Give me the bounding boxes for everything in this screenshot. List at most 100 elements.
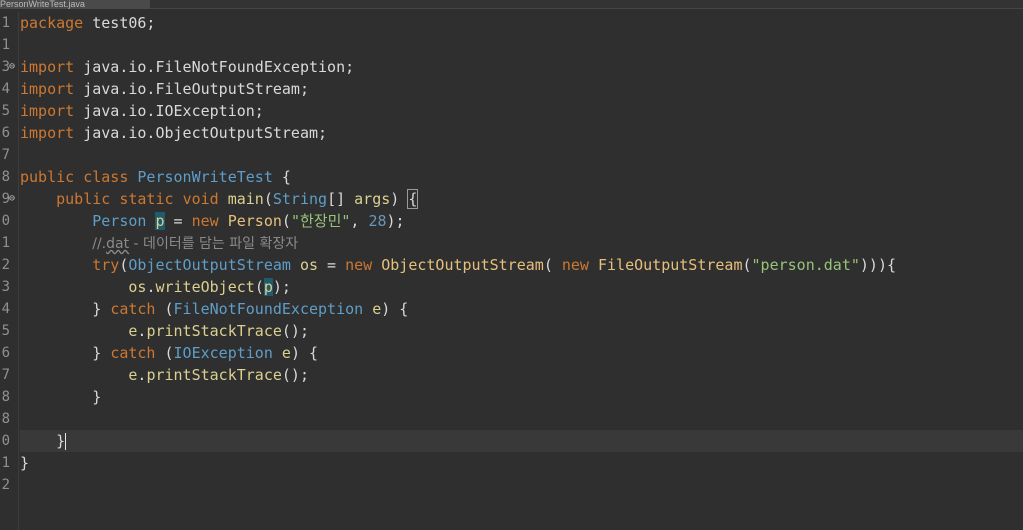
code-area[interactable]: 1 package test06; 1 3 ⊖ import java.io.FileNo… <box>2 12 1023 496</box>
line-number: 7 <box>1 367 10 383</box>
code-token: [] <box>327 190 355 208</box>
line-number: 0 <box>1 213 10 229</box>
code-line[interactable]: 1} <box>2 452 1023 474</box>
line-number: 1 <box>1 15 10 31</box>
code-token: FileOutputStream <box>598 256 743 274</box>
code-token: Person <box>227 212 282 230</box>
line-number: 1 <box>1 455 10 471</box>
code-line[interactable]: 4 } catch (FileNotFoundException e) { <box>2 298 1023 320</box>
code-token: os <box>128 278 147 296</box>
code-token: PersonWriteTest <box>137 168 273 186</box>
code-line[interactable]: 5 import java.io.IOException; <box>2 100 1023 122</box>
line-number: 8 <box>1 411 10 427</box>
line-number: 4 <box>1 81 10 97</box>
code-token: ( <box>155 300 174 318</box>
code-token: ) { <box>381 300 409 318</box>
code-token: } <box>20 344 111 362</box>
code-line[interactable]: 6 } catch (IOException e) { <box>2 342 1023 364</box>
code-token: dat <box>106 236 130 252</box>
code-line[interactable]: 8 <box>2 408 1023 430</box>
code-line[interactable]: 0 } <box>2 430 1023 452</box>
code-token: e <box>372 300 382 318</box>
code-token: writeObject <box>155 278 255 296</box>
code-token: package <box>20 14 84 32</box>
fold-toggle-icon[interactable]: ⊖ <box>8 56 16 78</box>
code-token: ( <box>263 190 273 208</box>
code-token: String <box>272 190 328 208</box>
code-token: class <box>83 168 129 186</box>
code-token: ( <box>254 278 264 296</box>
code-token: FileNotFoundException <box>173 300 364 318</box>
code-token: import <box>20 80 75 98</box>
code-line[interactable]: 3 os.writeObject(p); <box>2 276 1023 298</box>
code-line[interactable]: 2 try(ObjectOutputStream os = new Object… <box>2 254 1023 276</box>
code-editor[interactable]: PersonWriteTest.java 1 package test06; 1 3 ⊖… <box>0 0 1023 530</box>
code-line[interactable]: 1 //.dat - 데이터를 담는 파일 확장자 <box>2 232 1023 254</box>
code-token: 28 <box>368 212 387 230</box>
code-token: ( <box>155 344 174 362</box>
code-token: } <box>20 388 102 406</box>
code-token: = <box>318 256 346 274</box>
code-line[interactable]: 1 package test06; <box>2 12 1023 34</box>
code-line[interactable]: 4 import java.io.FileOutputStream; <box>2 78 1023 100</box>
code-line[interactable]: 8 } <box>2 386 1023 408</box>
code-token: void <box>182 190 219 208</box>
code-line[interactable]: 6 import java.io.ObjectOutputStream; <box>2 122 1023 144</box>
code-token: java.io.FileNotFoundException; <box>74 58 355 76</box>
code-token: try <box>92 256 120 274</box>
code-token: ) <box>390 190 409 208</box>
code-token: test06; <box>83 14 156 32</box>
code-token: ); <box>386 212 405 230</box>
code-line[interactable]: 8 public class PersonWriteTest { <box>2 166 1023 188</box>
code-token: Person <box>92 212 147 230</box>
code-token: - 데이터를 담는 파일 확장자 <box>129 236 299 252</box>
code-token: new <box>561 256 589 274</box>
code-line[interactable]: 1 <box>2 34 1023 56</box>
code-line[interactable]: 7 <box>2 144 1023 166</box>
code-line[interactable]: 3 ⊖ import java.io.FileNotFoundException; <box>2 56 1023 78</box>
code-token: { <box>272 168 291 186</box>
code-token: ))){ <box>859 256 897 274</box>
code-token: e <box>281 344 291 362</box>
code-token: //. <box>92 236 107 252</box>
code-line[interactable]: 0 Person p = new Person("한장민", 28); <box>2 210 1023 232</box>
code-token: "한장민" <box>290 212 351 230</box>
editor-tab[interactable]: PersonWriteTest.java <box>0 0 150 9</box>
code-token: new <box>345 256 373 274</box>
line-number: 6 <box>1 125 10 141</box>
line-number: 7 <box>1 147 10 163</box>
line-number: 0 <box>1 433 10 449</box>
code-token: printStackTrace <box>146 322 282 340</box>
code-token: catch <box>110 344 156 362</box>
code-token: static <box>119 190 174 208</box>
editor-tab-bar: PersonWriteTest.java <box>0 0 1023 9</box>
code-line[interactable]: 9 ⊖ public static void main(String[] args… <box>2 188 1023 210</box>
code-line[interactable]: 5 e.printStackTrace(); <box>2 320 1023 342</box>
line-number: 8 <box>1 389 10 405</box>
fold-toggle-icon[interactable]: ⊖ <box>8 188 16 210</box>
line-number: 1 <box>1 235 10 251</box>
code-line[interactable]: 2 <box>2 474 1023 496</box>
code-token: p <box>155 212 165 230</box>
code-token: ( <box>543 256 562 274</box>
code-token: printStackTrace <box>146 366 282 384</box>
text-caret <box>65 433 67 450</box>
line-number: 5 <box>1 323 10 339</box>
code-line[interactable]: 7 e.printStackTrace(); <box>2 364 1023 386</box>
code-token: java.io.IOException; <box>74 102 264 120</box>
code-token: } <box>20 454 30 472</box>
